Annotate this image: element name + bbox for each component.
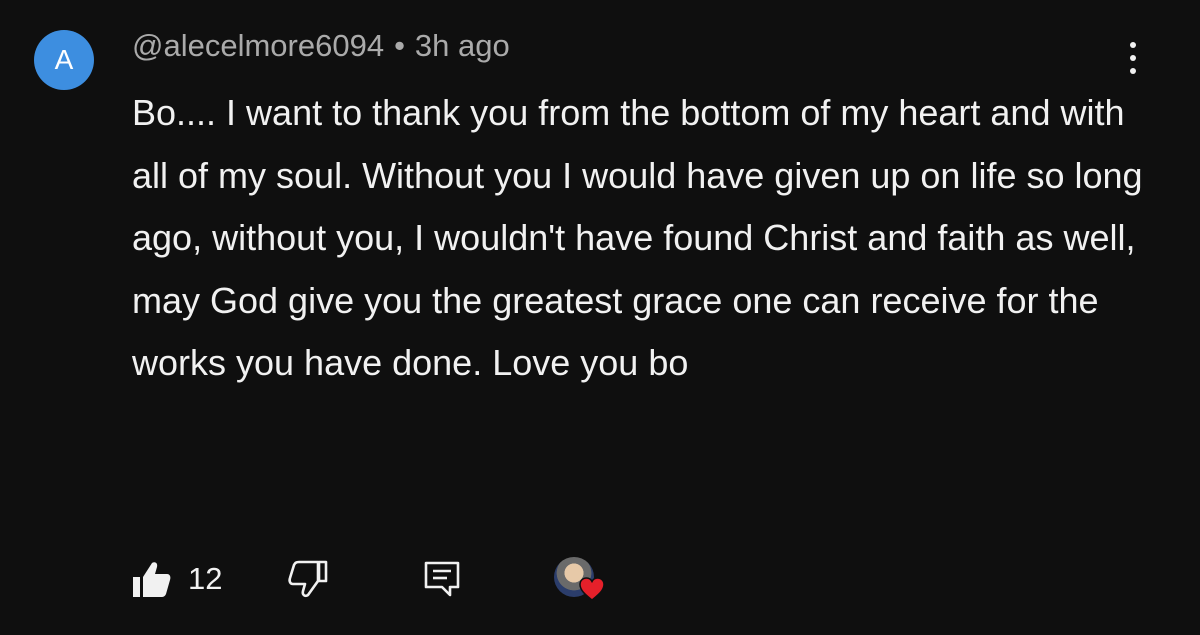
comment-header: @alecelmore6094 • 3h ago xyxy=(132,28,510,64)
heart-icon xyxy=(579,577,605,601)
comment-thread: A @alecelmore6094 • 3h ago Bo.... I want t… xyxy=(0,0,1200,635)
menu-dot xyxy=(1130,42,1136,48)
like-count: 12 xyxy=(188,561,223,596)
timestamp[interactable]: 3h ago xyxy=(415,28,510,63)
comment-text: Bo.... I want to thank you from the bott… xyxy=(132,92,1143,383)
comment-reply-icon xyxy=(424,561,460,597)
menu-dot xyxy=(1130,55,1136,61)
separator-dot: • xyxy=(394,28,405,63)
like-button[interactable] xyxy=(130,557,174,601)
more-vert-icon[interactable] xyxy=(1118,38,1148,78)
comment-actions: 12 xyxy=(130,555,690,605)
menu-dot xyxy=(1130,68,1136,74)
thumbs-down-icon xyxy=(288,560,328,598)
reply-button[interactable] xyxy=(420,557,464,601)
thumbs-up-icon xyxy=(133,562,171,597)
creator-heart-badge xyxy=(550,555,608,607)
avatar-letter: A xyxy=(54,44,74,75)
avatar[interactable]: A xyxy=(34,30,94,90)
author-name[interactable]: @alecelmore6094 xyxy=(132,28,384,63)
dislike-button[interactable] xyxy=(286,557,330,601)
